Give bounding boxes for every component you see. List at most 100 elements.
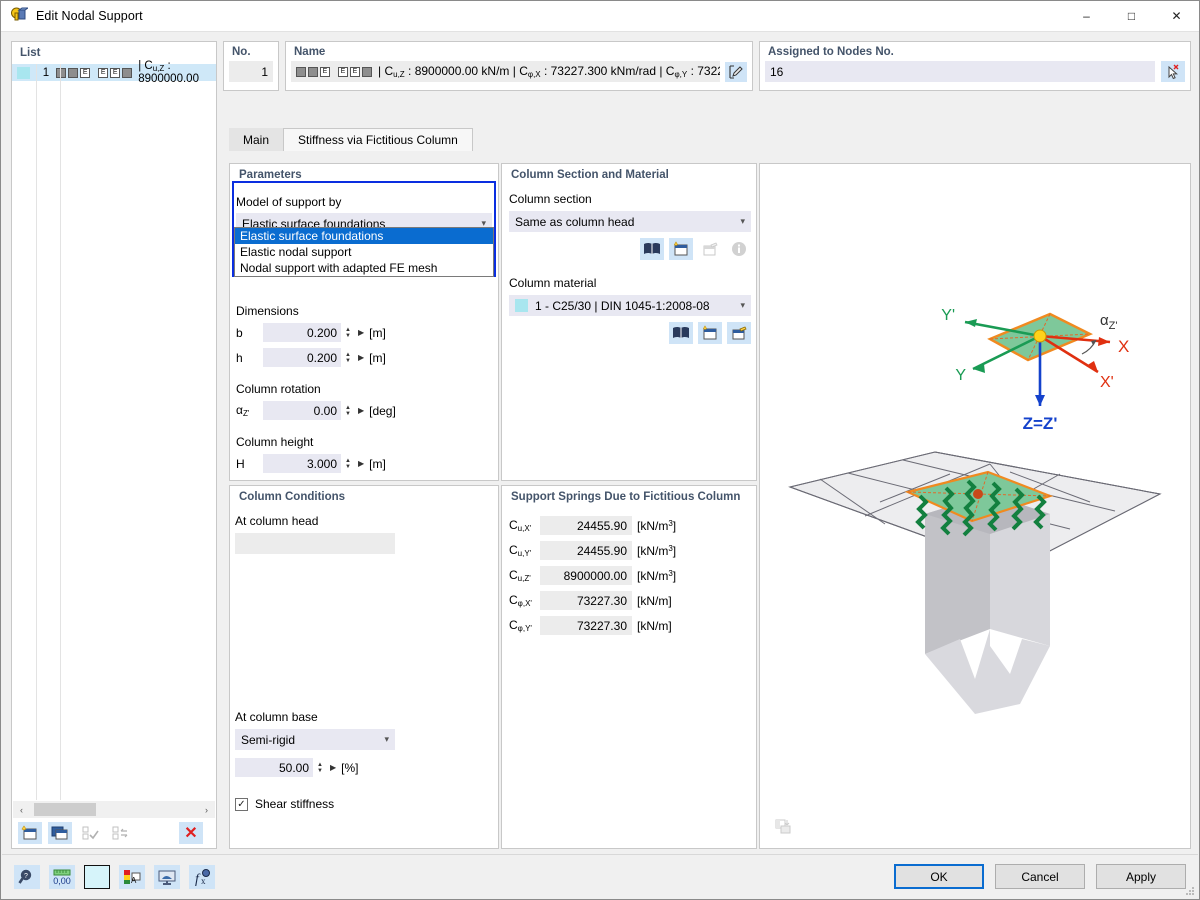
column-height-label: Column height bbox=[236, 435, 314, 449]
new-material-icon[interactable] bbox=[698, 322, 722, 344]
support-symbol-5: E bbox=[110, 67, 121, 78]
edit-section-icon[interactable] bbox=[698, 238, 722, 260]
spring-cphiy-unit: [kN/m] bbox=[637, 618, 672, 633]
new-section-icon[interactable] bbox=[669, 238, 693, 260]
at-column-base-select[interactable]: Semi-rigid ▾ bbox=[235, 729, 395, 750]
dimension-b-input[interactable]: 0.200 bbox=[263, 323, 341, 342]
shear-stiffness-checkbox[interactable]: ✓ bbox=[235, 797, 248, 811]
edit-material-icon[interactable] bbox=[727, 322, 751, 344]
spring-row-cux: Cu,X' 24455.90 [kN/m3] bbox=[509, 516, 751, 535]
base-percent-spinner[interactable]: ▲ ▼ bbox=[317, 762, 323, 774]
column-height-input[interactable]: 3.000 bbox=[263, 454, 341, 473]
help-search-icon[interactable]: ? bbox=[14, 865, 40, 889]
minimize-button[interactable]: – bbox=[1064, 1, 1109, 32]
dropdown-option-0[interactable]: Elastic surface foundations bbox=[235, 228, 493, 244]
dropdown-option-2[interactable]: Nodal support with adapted FE mesh bbox=[235, 260, 493, 276]
display-properties-icon[interactable]: A bbox=[119, 865, 145, 889]
tab-main[interactable]: Main bbox=[229, 128, 284, 151]
edit-name-icon[interactable] bbox=[725, 61, 747, 82]
at-column-base-value: Semi-rigid bbox=[241, 732, 296, 747]
copy-button[interactable] bbox=[48, 821, 72, 844]
column-section-material-panel: Column Section and Material Column secti… bbox=[501, 163, 757, 481]
spring-cuy-unit: [kN/m3] bbox=[637, 543, 677, 558]
list-row-number: 1 bbox=[42, 66, 50, 79]
dimension-h-symbol: h bbox=[236, 350, 243, 365]
support-springs-title: Support Springs Due to Fictitious Column bbox=[511, 491, 741, 503]
assigned-nodes-panel: Assigned to Nodes No. 16 bbox=[759, 41, 1191, 91]
select-all-button[interactable] bbox=[78, 822, 102, 844]
base-percent-picker[interactable]: ▶ bbox=[330, 763, 336, 772]
spring-cuy-symbol: Cu,Y' bbox=[509, 543, 532, 558]
scrollbar-thumb[interactable] bbox=[34, 803, 96, 816]
list-panel: List 1 E E E | Cu,Z : 8900000.00 ‹ › ✕ bbox=[11, 41, 217, 849]
column-rotation-input[interactable]: 0.00 bbox=[263, 401, 341, 420]
support-symbol-1 bbox=[56, 67, 67, 78]
cancel-button[interactable]: Cancel bbox=[995, 864, 1085, 889]
dimension-h-unit: [m] bbox=[369, 350, 386, 365]
scroll-right-arrow[interactable]: › bbox=[198, 801, 215, 818]
column-height-spinner[interactable]: ▲ ▼ bbox=[345, 458, 351, 470]
local-axes-group: Y' Y X X' αZ' Z=Z' bbox=[941, 307, 1129, 433]
material-library-icon[interactable] bbox=[669, 322, 693, 344]
column-rotation-row: αZ' 0.00 ▲ ▼ ▶ [deg] bbox=[236, 401, 492, 420]
spring-cphiy-value: 73227.30 bbox=[540, 616, 632, 635]
support-symbol-4: E bbox=[98, 67, 109, 78]
dimension-row-h: h 0.200 ▲ ▼ ▶ [m] bbox=[236, 348, 492, 367]
spring-cux-unit: [kN/m3] bbox=[637, 518, 677, 533]
name-field[interactable]: E EE | Cu,Z : 8900000.00 kN/m | Cφ,X : 7… bbox=[291, 61, 720, 82]
new-button[interactable] bbox=[18, 821, 42, 844]
view-settings-icon[interactable] bbox=[772, 816, 796, 838]
list-body[interactable]: 1 E E E | Cu,Z : 8900000.00 bbox=[12, 60, 216, 800]
column-material-select[interactable]: 1 - C25/30 | DIN 1045-1:2008-08 ▾ bbox=[509, 295, 751, 316]
delete-button[interactable]: ✕ bbox=[179, 821, 203, 844]
dimension-h-picker[interactable]: ▶ bbox=[358, 353, 364, 362]
column-rotation-picker[interactable]: ▶ bbox=[358, 406, 364, 415]
spring-row-cuy: Cu,Y' 24455.90 [kN/m3] bbox=[509, 541, 751, 560]
preview-view-panel[interactable]: Y' Y X X' αZ' Z=Z' bbox=[759, 163, 1191, 849]
number-field[interactable]: 1 bbox=[229, 61, 273, 82]
formula-icon[interactable]: f x bbox=[189, 865, 215, 889]
spring-cphix-symbol: Cφ,X' bbox=[509, 593, 532, 608]
title-bar: Edit Nodal Support – □ ✕ bbox=[1, 1, 1199, 32]
dimension-b-picker[interactable]: ▶ bbox=[358, 328, 364, 337]
scroll-left-arrow[interactable]: ‹ bbox=[13, 801, 30, 818]
dropdown-option-1[interactable]: Elastic nodal support bbox=[235, 244, 493, 260]
tab-stiffness-via-fictitious-column[interactable]: Stiffness via Fictitious Column bbox=[283, 128, 473, 151]
list-header: List bbox=[20, 47, 41, 59]
name-label: Name bbox=[294, 46, 326, 58]
assigned-nodes-field[interactable]: 16 bbox=[765, 61, 1155, 82]
pick-node-cursor-icon[interactable] bbox=[1161, 61, 1185, 82]
support-3d-diagram: Y' Y X X' αZ' Z=Z' bbox=[788, 307, 1162, 714]
invert-selection-button[interactable] bbox=[108, 822, 132, 844]
column-rotation-spinner[interactable]: ▲ ▼ bbox=[345, 405, 351, 417]
shear-stiffness-row[interactable]: ✓ Shear stiffness bbox=[235, 797, 395, 811]
color-swatch-icon[interactable] bbox=[84, 865, 110, 889]
base-percent-input[interactable]: 50.00 bbox=[235, 758, 313, 777]
svg-text:A: A bbox=[131, 876, 137, 885]
section-info-icon[interactable] bbox=[727, 238, 751, 260]
column-rotation-unit: [deg] bbox=[369, 403, 396, 418]
column-height-symbol: H bbox=[236, 456, 245, 471]
svg-text:αZ': αZ' bbox=[1100, 312, 1118, 332]
close-button[interactable]: ✕ bbox=[1154, 1, 1199, 32]
delete-x-icon: ✕ bbox=[184, 824, 198, 842]
section-library-icon[interactable] bbox=[640, 238, 664, 260]
parameters-title: Parameters bbox=[239, 169, 302, 181]
list-item[interactable]: 1 E E E | Cu,Z : 8900000.00 bbox=[12, 60, 216, 85]
name-field-text: | Cu,Z : 8900000.00 kN/m | Cφ,X : 73227.… bbox=[378, 64, 720, 79]
column-section-select[interactable]: Same as column head ▾ bbox=[509, 211, 751, 232]
dimension-h-input[interactable]: 0.200 bbox=[263, 348, 341, 367]
at-column-head-field[interactable] bbox=[235, 533, 395, 554]
list-toolbar: ✕ bbox=[13, 818, 215, 847]
column-height-picker[interactable]: ▶ bbox=[358, 459, 364, 468]
dimension-h-spinner[interactable]: ▲ ▼ bbox=[345, 352, 351, 364]
model-of-support-dropdown[interactable]: Elastic surface foundations Elastic noda… bbox=[234, 227, 494, 277]
units-decimals-icon[interactable]: 0,00 bbox=[49, 865, 75, 889]
list-horizontal-scrollbar[interactable]: ‹ › bbox=[13, 801, 215, 818]
apply-button[interactable]: Apply bbox=[1096, 864, 1186, 889]
dimension-b-spinner[interactable]: ▲ ▼ bbox=[345, 327, 351, 339]
ok-button[interactable]: OK bbox=[894, 864, 984, 889]
resize-grip[interactable] bbox=[1185, 885, 1195, 895]
render-view-icon[interactable] bbox=[154, 865, 180, 889]
maximize-button[interactable]: □ bbox=[1109, 1, 1154, 32]
